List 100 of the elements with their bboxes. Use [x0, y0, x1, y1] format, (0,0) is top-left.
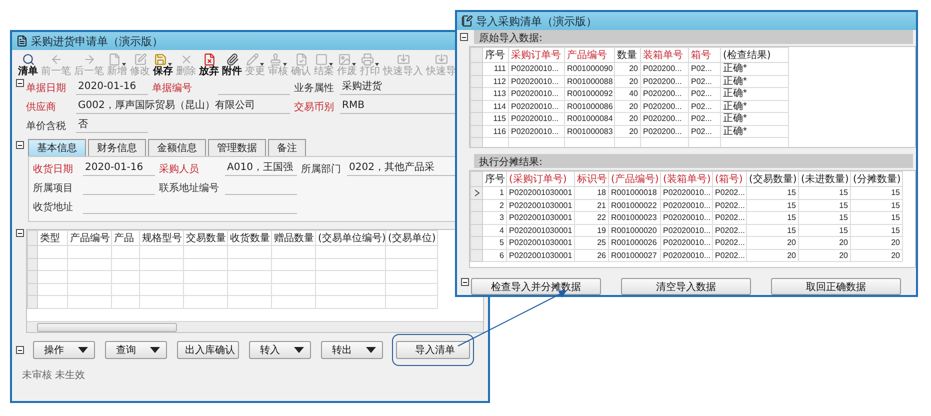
field-label: 单价含税 — [26, 120, 67, 133]
section-title: 执行分摊结果: — [474, 154, 913, 168]
table-cell: P0202001030001 — [506, 186, 574, 200]
row-header[interactable] — [470, 186, 482, 200]
action-button[interactable]: 检查导入并分摊数据 — [471, 278, 601, 295]
column-header[interactable]: 数量 — [614, 48, 640, 63]
table-cell: P02020010... — [508, 125, 564, 138]
table-cell: 116 — [482, 125, 508, 138]
tab[interactable]: 管理数据 — [208, 139, 266, 156]
text-field[interactable]: A010，王国强 — [225, 161, 297, 176]
table-cell: P0202... — [712, 212, 746, 224]
action-button[interactable]: 出入库确认 — [177, 341, 239, 359]
field-label: 收货日期 — [33, 162, 74, 176]
table-cell: P02... — [688, 125, 720, 138]
action-button[interactable]: 操作 — [33, 341, 95, 359]
column-header[interactable]: (采购订单号) — [506, 172, 574, 187]
toolbar-button[interactable]: 放弃 — [199, 51, 219, 78]
table-cell: R001000083 — [564, 125, 614, 138]
collapse-icon[interactable] — [16, 141, 24, 149]
column-header[interactable]: 交易数量 — [184, 230, 228, 246]
column-header[interactable]: (未进数量) — [798, 172, 850, 187]
collapse-icon[interactable] — [16, 229, 24, 237]
table-cell: 15 — [746, 186, 798, 200]
tab[interactable]: 金额信息 — [148, 139, 206, 156]
page-x-icon — [202, 53, 216, 66]
column-header[interactable]: 产品 — [112, 230, 140, 246]
action-button[interactable]: 转出 — [321, 341, 383, 359]
collapse-icon[interactable] — [16, 79, 24, 87]
table-cell: 15 — [850, 224, 902, 237]
table-cell: P02020010... — [508, 88, 564, 100]
column-header[interactable]: (分摊数量) — [850, 172, 902, 187]
paperclip-icon — [226, 53, 238, 66]
column-header[interactable]: (检查结果) — [720, 48, 788, 63]
stamp-icon — [269, 53, 282, 66]
square-icon — [315, 53, 328, 66]
table-cell: 1 — [482, 186, 506, 200]
table-cell: P02... — [688, 62, 720, 76]
window-title: 导入采购清单（演示版） — [476, 14, 597, 28]
table-cell: P020200... — [640, 62, 688, 76]
column-header[interactable]: 序号 — [482, 48, 508, 63]
column-header[interactable]: 装箱单号 — [640, 48, 688, 63]
table-cell: 111 — [482, 62, 508, 76]
text-field[interactable]: 否 — [76, 118, 148, 133]
table-cell: 20 — [746, 249, 798, 262]
column-header[interactable]: 收货数量 — [228, 230, 272, 246]
toolbar-button[interactable]: 保存 — [153, 51, 173, 78]
collapse-icon[interactable] — [460, 33, 468, 42]
toolbar-button[interactable]: 附件 — [222, 51, 242, 78]
table-cell: 2 — [482, 199, 506, 212]
table-cell: R001000088 — [564, 75, 614, 88]
column-header[interactable]: 产品编号 — [68, 230, 112, 246]
collapse-icon[interactable] — [461, 278, 469, 286]
column-header[interactable]: 类型 — [38, 230, 68, 246]
column-header[interactable]: (交易单位编号) — [316, 230, 386, 246]
column-header[interactable]: (箱号) — [712, 172, 746, 187]
table-cell: P0202001030001 — [506, 249, 574, 262]
column-header[interactable]: 赠品数量 — [272, 230, 316, 246]
column-header[interactable]: 序号 — [482, 172, 506, 187]
column-header[interactable]: (装箱单号) — [660, 172, 712, 187]
action-button[interactable]: 转入 — [249, 341, 311, 359]
table-cell: 正确* — [720, 88, 788, 100]
action-button[interactable]: 清空导入数据 — [621, 278, 751, 295]
toolbar-button[interactable]: 清单 — [18, 51, 38, 78]
action-button[interactable]: 导入清单 — [396, 341, 470, 359]
field-label: 供应商 — [26, 100, 57, 114]
section-title: 原始导入数据: — [474, 30, 913, 44]
text-field[interactable]: G002，厚声国际贸易（昆山）有限公司 — [76, 99, 290, 114]
table-cell: 4 — [482, 224, 506, 237]
column-header[interactable]: (交易单位) — [386, 230, 438, 246]
status-text: 未审核 未生效 — [21, 368, 86, 382]
table-cell: P02020010... — [660, 249, 712, 262]
column-header[interactable]: 产品编号 — [564, 48, 614, 63]
table-cell: 15 — [850, 199, 902, 212]
tab[interactable]: 财务信息 — [88, 139, 146, 156]
table-cell: 20 — [614, 112, 640, 126]
column-header[interactable]: 箱号 — [688, 48, 720, 63]
field-label: 交易币别 — [294, 100, 335, 114]
column-header[interactable]: 采购订单号 — [508, 48, 564, 63]
table-cell: 21 — [574, 199, 608, 212]
field-label: 业务属性 — [294, 82, 335, 95]
field-label: 所属部门 — [301, 162, 342, 176]
text-field[interactable]: 2020-01-16 — [76, 80, 148, 95]
table-cell: 3 — [482, 212, 506, 224]
scrollbar[interactable] — [27, 321, 483, 332]
tab[interactable]: 基本信息 — [28, 139, 86, 156]
tab[interactable]: 备注 — [268, 139, 306, 156]
collapse-icon[interactable] — [16, 346, 24, 354]
action-button[interactable]: 取回正确数据 — [771, 278, 901, 295]
table-cell: 正确* — [720, 112, 788, 126]
text-field[interactable]: 2020-01-16 — [83, 161, 155, 176]
table-cell: 15 — [746, 199, 798, 212]
column-header[interactable]: 标识号 — [574, 172, 608, 187]
table-cell: 25 — [574, 236, 608, 250]
column-header[interactable]: (交易数量) — [746, 172, 798, 187]
column-header[interactable]: 规格型号 — [140, 230, 184, 246]
table-cell: 26 — [574, 249, 608, 262]
action-button[interactable]: 查询 — [105, 341, 167, 359]
column-header[interactable]: (产品编号) — [608, 172, 660, 187]
table-cell: 112 — [482, 75, 508, 88]
table-cell: P02020010... — [660, 236, 712, 250]
